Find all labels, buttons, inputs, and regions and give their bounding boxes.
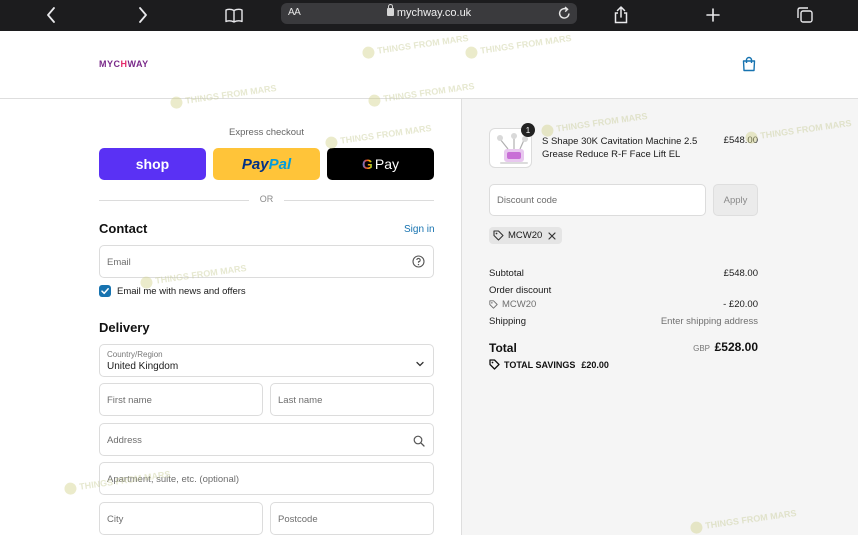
share-icon[interactable] <box>609 4 633 26</box>
discount-placeholder: Discount code <box>497 195 558 206</box>
google-pay-button[interactable]: G Pay <box>327 148 434 180</box>
newsletter-checkbox[interactable] <box>99 285 111 297</box>
tag-icon <box>489 359 500 370</box>
total-savings-row: TOTAL SAVINGS £20.00 <box>489 359 609 370</box>
tabs-icon[interactable] <box>793 4 817 26</box>
google-g-icon: G <box>361 156 373 172</box>
product-name: S Shape 30K Cavitation Machine 2.5 Greas… <box>542 136 698 160</box>
new-tab-icon[interactable] <box>701 4 725 26</box>
email-field[interactable]: Email <box>99 245 434 278</box>
contact-heading: Contact <box>99 221 148 236</box>
address-placeholder: Address <box>107 435 142 446</box>
country-label: Country/Region <box>107 350 163 359</box>
savings-label: TOTAL SAVINGS <box>504 359 576 370</box>
applied-code-label: MCW20 <box>508 230 543 241</box>
watermark-logo-icon <box>63 481 78 496</box>
newsletter-label: Email me with news and offers <box>117 286 246 297</box>
subtotal-row: Subtotal £548.00 <box>489 268 758 279</box>
shop-pay-button[interactable]: shop <box>99 148 206 180</box>
savings-value: £20.00 <box>581 359 609 370</box>
shipping-value: Enter shipping address <box>660 316 758 327</box>
discount-code-input[interactable]: Discount code <box>489 184 706 216</box>
bookmarks-icon[interactable] <box>222 4 246 26</box>
product-price: £548.00 <box>723 135 758 146</box>
last-name-field[interactable]: Last name <box>270 383 434 416</box>
apartment-placeholder: Apartment, suite, etc. (optional) <box>107 474 240 485</box>
subtotal-label: Subtotal <box>489 268 524 279</box>
city-placeholder: City <box>107 514 124 525</box>
tag-icon <box>493 230 504 241</box>
back-icon[interactable] <box>39 4 63 26</box>
paypal-label-pay: Pay <box>241 155 269 173</box>
subtotal-value: £548.00 <box>723 268 758 279</box>
sign-in-link[interactable]: Sign in <box>404 224 435 235</box>
discount-code-row: MCW20 - £20.00 <box>489 299 758 312</box>
browser-toolbar: AA mychway.co.uk <box>0 0 858 31</box>
google-pay-label: Pay <box>374 156 399 172</box>
logo-text-end: WAY <box>127 59 149 69</box>
total-currency: GBP <box>693 344 710 353</box>
applied-discount-tag: MCW20 <box>489 227 563 244</box>
logo-text-mid: H <box>120 59 128 69</box>
paypal-button[interactable]: Pay Pal <box>213 148 320 180</box>
total-row: Total GBP £528.00 <box>489 340 758 356</box>
divider-line-right <box>284 200 434 201</box>
shipping-row: Shipping Enter shipping address <box>489 316 758 327</box>
delivery-heading: Delivery <box>99 320 150 335</box>
apply-discount-button[interactable]: Apply <box>713 184 758 216</box>
address-bar[interactable]: AA mychway.co.uk <box>281 3 577 24</box>
remove-code-icon[interactable] <box>548 231 556 240</box>
store-logo[interactable]: MYCHWAY <box>99 59 149 69</box>
search-icon <box>413 434 425 452</box>
reload-icon[interactable] <box>558 6 571 23</box>
city-field[interactable]: City <box>99 502 263 535</box>
total-label: Total <box>489 341 517 355</box>
quantity-badge: 1 <box>521 123 535 137</box>
lock-icon <box>386 4 394 16</box>
express-checkout-label: Express checkout <box>229 127 304 138</box>
shopping-bag-icon[interactable] <box>741 56 757 72</box>
paypal-label-pal: Pal <box>268 155 292 173</box>
order-discount-label: Order discount <box>489 285 552 296</box>
tag-icon <box>489 300 498 309</box>
apartment-field[interactable]: Apartment, suite, etc. (optional) <box>99 462 434 495</box>
discount-code-label: MCW20 <box>502 299 537 310</box>
url-label: mychway.co.uk <box>396 7 472 19</box>
first-name-placeholder: First name <box>107 395 152 406</box>
discount-value: - £20.00 <box>723 299 758 310</box>
order-discount-row: Order discount <box>489 285 758 296</box>
shipping-label: Shipping <box>489 316 526 327</box>
or-label: OR <box>259 194 274 204</box>
country-value: United Kingdom <box>107 361 179 372</box>
forward-icon[interactable] <box>131 4 155 26</box>
logo-text-start: MYC <box>99 59 121 69</box>
postcode-placeholder: Postcode <box>278 514 318 525</box>
first-name-field[interactable]: First name <box>99 383 263 416</box>
total-value: £528.00 <box>714 340 758 354</box>
help-circle-icon[interactable] <box>412 255 425 273</box>
last-name-placeholder: Last name <box>278 395 323 406</box>
shop-pay-label: shop <box>135 156 170 172</box>
or-divider: OR <box>99 194 434 206</box>
postcode-field[interactable]: Postcode <box>270 502 434 535</box>
chevron-down-icon <box>415 356 425 374</box>
country-select[interactable]: Country/Region United Kingdom <box>99 344 434 377</box>
store-header: MYCHWAY <box>0 31 858 99</box>
address-field[interactable]: Address <box>99 423 434 456</box>
url-text: mychway.co.uk <box>281 4 577 19</box>
email-placeholder: Email <box>107 257 131 268</box>
